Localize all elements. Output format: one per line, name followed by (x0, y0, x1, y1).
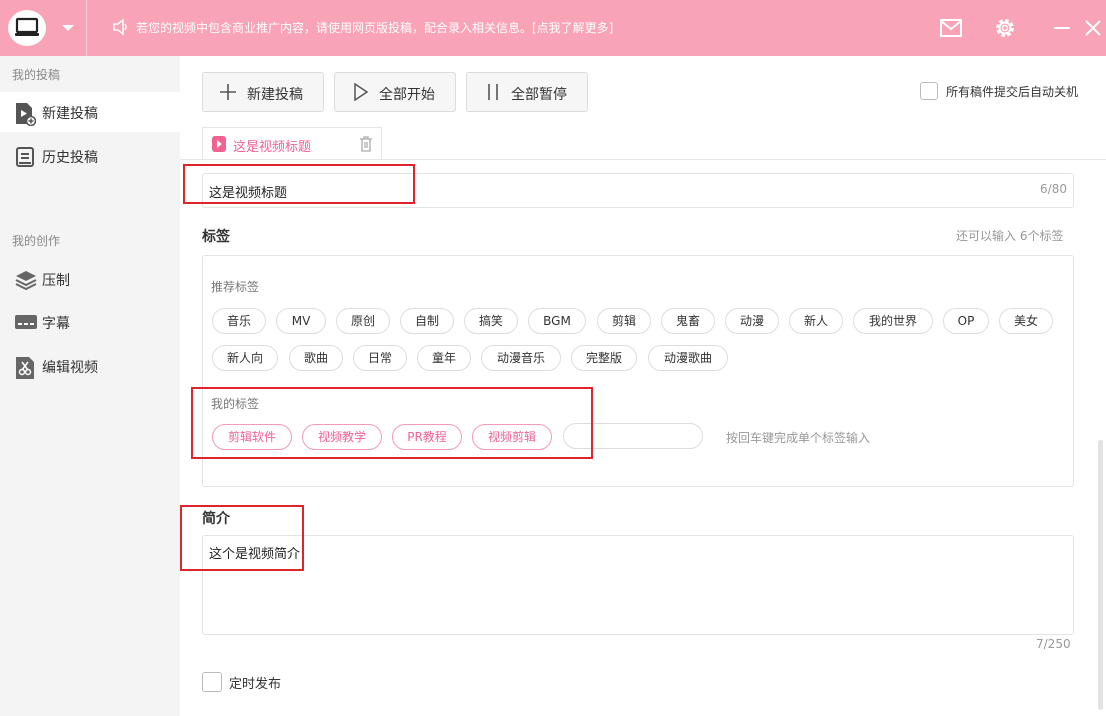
tag-chip[interactable]: 动漫歌曲 (648, 345, 728, 371)
app-logo-icon[interactable] (8, 10, 46, 46)
tag-chip[interactable]: 歌曲 (289, 345, 343, 371)
title-char-count: 6/80 (1040, 182, 1067, 196)
edit-video-icon (16, 357, 34, 379)
sidebar-section-creation: 我的创作 (12, 234, 61, 248)
annotation-box-my-tags (191, 387, 593, 459)
scrollbar[interactable] (1098, 440, 1103, 710)
start-all-label: 全部开始 (379, 87, 435, 103)
start-all-button[interactable]: 全部开始 (334, 72, 456, 112)
tag-chip[interactable]: OP (943, 308, 989, 334)
tag-chip[interactable]: 鬼畜 (661, 308, 715, 334)
tag-chip[interactable]: 搞笑 (464, 308, 518, 334)
tag-chip[interactable]: MV (276, 308, 326, 334)
tag-chip[interactable]: 美女 (999, 308, 1053, 334)
new-upload-label: 新建投稿 (247, 87, 303, 103)
tag-chip[interactable]: 新人向 (212, 345, 278, 371)
minimize-icon[interactable] (1054, 27, 1070, 30)
sidebar-item-label: 压制 (42, 273, 70, 289)
sidebar-item-history[interactable]: 历史投稿 (0, 136, 180, 176)
play-icon (354, 83, 369, 101)
video-file-icon (212, 136, 226, 152)
tags-heading: 标签 (202, 229, 230, 245)
tab-upload-item[interactable]: 这是视频标题 (202, 127, 382, 160)
pause-all-button[interactable]: 全部暂停 (466, 72, 588, 112)
layers-icon (15, 271, 37, 291)
sidebar-item-label: 新建投稿 (42, 106, 98, 122)
tag-chip[interactable]: 原创 (336, 308, 390, 334)
tag-chip[interactable]: 童年 (417, 345, 471, 371)
sidebar-item-label: 历史投稿 (42, 150, 98, 166)
pause-all-label: 全部暂停 (511, 87, 567, 103)
subtitle-icon (15, 315, 37, 329)
promo-notice[interactable]: 若您的视频中包含商业推广内容，请使用网页版投稿，配合录入相关信息。[点我了解更多… (136, 19, 613, 36)
gear-icon[interactable] (993, 16, 1017, 40)
tab-label: 这是视频标题 (233, 140, 312, 155)
close-icon[interactable] (1084, 19, 1102, 37)
title-bar: 若您的视频中包含商业推广内容，请使用网页版投稿，配合录入相关信息。[点我了解更多… (0, 0, 1106, 56)
dropdown-caret-icon[interactable] (62, 25, 74, 31)
sidebar: 我的投稿 新建投稿 历史投稿 我的创作 压制 字幕 编辑视频 (0, 56, 180, 716)
tag-chip[interactable]: BGM (528, 308, 586, 334)
auto-shutdown-label: 所有稿件提交后自动关机 (946, 85, 1079, 99)
auto-shutdown-checkbox[interactable] (920, 82, 938, 100)
tag-input-hint: 按回车键完成单个标签输入 (726, 431, 871, 445)
tag-chip[interactable]: 新人 (789, 308, 843, 334)
tag-chip[interactable]: 动漫 (725, 308, 779, 334)
schedule-checkbox[interactable] (202, 672, 222, 692)
tag-chip[interactable]: 动漫音乐 (481, 345, 561, 371)
schedule-label: 定时发布 (229, 677, 282, 692)
sidebar-item-compress[interactable]: 压制 (0, 259, 180, 299)
recommended-tags-label: 推荐标签 (211, 280, 260, 294)
new-upload-button[interactable]: 新建投稿 (202, 72, 324, 112)
speaker-icon (113, 18, 127, 36)
sidebar-item-label: 字幕 (42, 316, 70, 332)
intro-char-count: 7/250 (1036, 637, 1071, 651)
tab-divider (180, 159, 1106, 160)
tag-chip[interactable]: 剪辑 (597, 308, 651, 334)
sidebar-item-edit-video[interactable]: 编辑视频 (0, 346, 180, 386)
tag-chip[interactable]: 我的世界 (853, 308, 933, 334)
intro-textarea[interactable]: 这个是视频简介 (202, 535, 1074, 635)
trash-icon[interactable] (359, 136, 373, 152)
sidebar-item-subtitles[interactable]: 字幕 (0, 302, 180, 342)
annotation-box-intro (180, 505, 304, 571)
tag-chip[interactable]: 完整版 (571, 345, 637, 371)
history-icon (16, 147, 34, 167)
mail-icon[interactable] (940, 19, 962, 37)
sidebar-section-uploads: 我的投稿 (12, 68, 61, 82)
tag-chip[interactable]: 自制 (400, 308, 454, 334)
tag-chip[interactable]: 音乐 (212, 308, 266, 334)
pause-icon (488, 84, 498, 100)
new-upload-icon (16, 103, 36, 126)
sidebar-item-new-upload[interactable]: 新建投稿 (0, 92, 180, 132)
topbar-divider (86, 0, 87, 56)
sidebar-item-label: 编辑视频 (42, 360, 98, 376)
annotation-box-title (183, 164, 415, 204)
tag-chip[interactable]: 日常 (353, 345, 407, 371)
plus-icon (220, 84, 236, 100)
tags-remaining: 还可以输入 6个标签 (956, 229, 1064, 243)
